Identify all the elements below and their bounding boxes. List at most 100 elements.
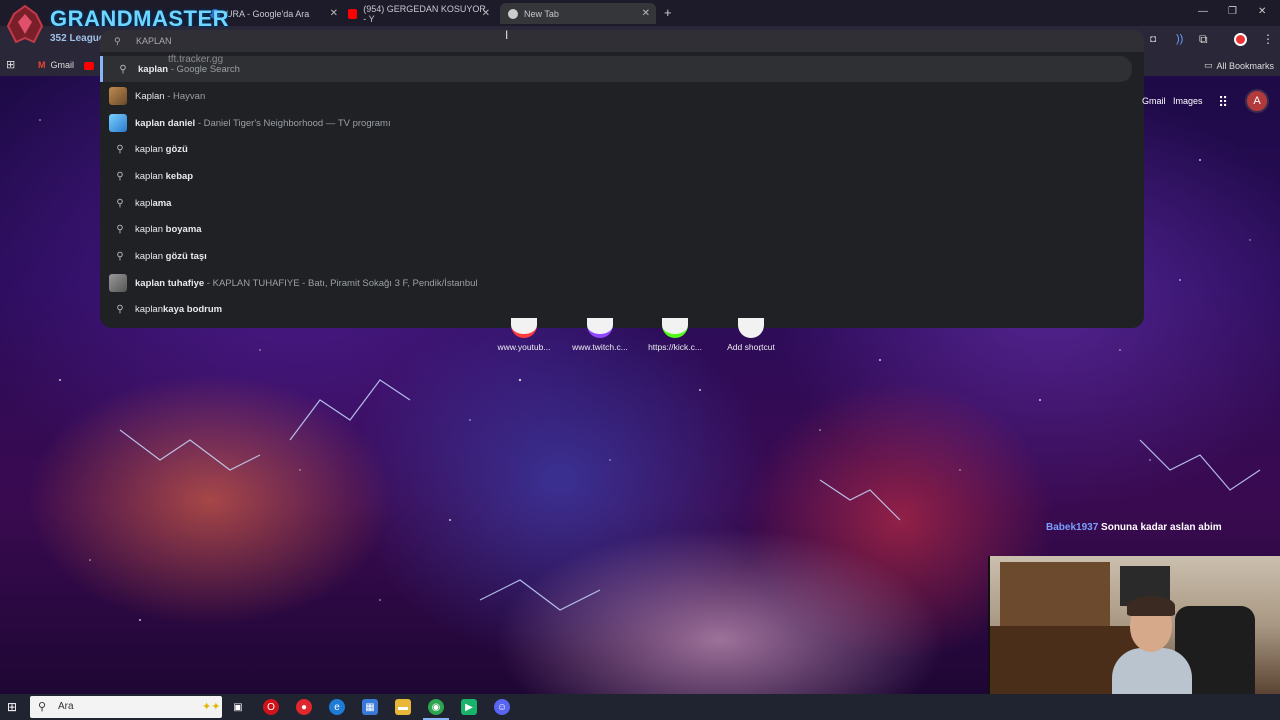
omnibox-suggestions: ⚲ kaplan - Google Search Kaplan - Hayvan… <box>100 52 1144 328</box>
tab-youtube[interactable]: (954) GERGEDAN KOSUYOR - Y ✕ <box>348 3 490 24</box>
restore-icon[interactable]: ❐ <box>1228 6 1237 17</box>
text-cursor-icon: I <box>505 28 509 42</box>
close-icon[interactable]: ✕ <box>482 8 490 19</box>
suggestion-completion: kaya bodrum <box>163 303 223 315</box>
suggestion-completion: boyama <box>165 223 202 235</box>
chat-message: Babek1937 Sonuna kadar aslan abim <box>1046 522 1222 533</box>
suggestion-item[interactable]: ⚲ kaplan gözü taşı <box>100 243 1144 269</box>
tab-label: URA - Google'da Ara <box>226 8 310 19</box>
all-bookmarks[interactable]: ▭ All Bookmarks <box>1204 60 1274 71</box>
suggestion-sub: - KAPLAN TUHAFIYE - Batı, Piramit Sokağı… <box>204 277 478 289</box>
extensions-icon[interactable]: ⧉ <box>1199 32 1208 47</box>
shortcut-youtube[interactable]: www.youtub... <box>489 318 559 352</box>
suggestion-text: kaplan <box>135 170 166 182</box>
audio-icon[interactable]: )) <box>1176 33 1183 45</box>
suggestion-text: Kaplan <box>135 90 165 102</box>
suggestion-item[interactable]: ⚲ kaplan - Google Search <box>100 56 1132 82</box>
tab-google-search[interactable]: URA - Google'da Ara ✕ <box>210 3 338 24</box>
red-app-icon[interactable]: ● <box>296 699 312 715</box>
tab-new-tab[interactable]: New Tab ✕ <box>500 3 656 24</box>
tv-program-thumbnail-icon <box>109 114 127 132</box>
ntp-gmail-link[interactable]: Gmail <box>1142 96 1166 106</box>
shortcut-label: www.twitch.c... <box>572 342 628 352</box>
green-app-icon[interactable]: ▶ <box>461 699 477 715</box>
windows-taskbar: ⊞ ⚲ Ara ✦✦ ▣ O ● e ▦ ▬ ◉ ▶ ☺ <box>0 694 1280 720</box>
search-icon: ⚲ <box>116 143 124 155</box>
tab-label: New Tab <box>524 8 559 19</box>
site-hint: tft.tracker.gg <box>168 54 224 65</box>
suggestion-completion: gözü taşı <box>165 250 207 262</box>
edge-icon[interactable]: e <box>329 699 345 715</box>
search-icon: ⚲ <box>116 223 124 235</box>
gmail-icon: M <box>38 60 46 70</box>
camera-icon[interactable]: ◘ <box>1150 34 1156 45</box>
close-window-icon[interactable]: ✕ <box>1258 6 1266 17</box>
youtube-favicon-icon <box>348 8 358 19</box>
suggestion-sub: - Hayvan <box>164 90 206 102</box>
windows-start-icon[interactable]: ⊞ <box>7 700 17 714</box>
webcam-person-hair <box>1127 596 1175 616</box>
store-icon[interactable]: ▦ <box>362 699 378 715</box>
chrome-favicon-icon <box>508 8 518 19</box>
new-tab-plus-icon[interactable]: + <box>664 5 672 20</box>
shortcut-kick[interactable]: https://kick.c... <box>640 318 710 352</box>
suggestion-item[interactable]: kaplan daniel - Daniel Tiger's Neighborh… <box>100 110 1144 136</box>
omnibox[interactable] <box>100 30 1144 52</box>
grandmaster-emblem-icon <box>6 4 44 44</box>
bookmark-gmail[interactable]: M Gmail <box>38 60 74 70</box>
omnibox-search-icon: ⚲ <box>114 36 121 46</box>
ntp-images-link[interactable]: Images <box>1173 96 1203 106</box>
chrome-icon[interactable]: ◉ <box>423 699 449 720</box>
tab-label: (954) GERGEDAN KOSUYOR - Y <box>363 3 486 24</box>
twitch-shortcut-icon <box>587 318 613 338</box>
folder-icon: ▭ <box>1204 60 1213 70</box>
profile-icon[interactable] <box>1234 33 1247 46</box>
suggestion-item[interactable]: Kaplan - Hayvan <box>100 83 1144 109</box>
suggestion-item[interactable]: ⚲ kaplama <box>100 190 1144 216</box>
search-icon: ⚲ <box>116 170 124 182</box>
search-icon: ⚲ <box>116 250 124 262</box>
youtube-bookmark-icon[interactable] <box>84 62 94 70</box>
webcam-feed <box>988 556 1280 694</box>
shortcut-twitch[interactable]: www.twitch.c... <box>565 318 635 352</box>
shortcut-label: Add shortcut <box>727 342 775 352</box>
suggestion-item[interactable]: ⚲ kaplan gözü <box>100 136 1144 162</box>
suggestion-text: kaplan <box>135 250 166 262</box>
chat-username: Babek1937 <box>1046 522 1099 533</box>
minimize-icon[interactable]: — <box>1198 6 1208 17</box>
suggestion-sub: - Google Search <box>168 63 240 75</box>
suggestion-item[interactable]: kaplan tuhafiye - KAPLAN TUHAFIYE - Batı… <box>100 270 1144 296</box>
suggestion-text: kaplan tuhafiye <box>135 277 205 289</box>
suggestion-completion: kebap <box>165 170 194 182</box>
chat-text: Sonuna kadar aslan abim <box>1101 522 1222 533</box>
suggestion-item[interactable]: ⚲ kaplan boyama <box>100 216 1144 242</box>
search-icon: ⚲ <box>119 63 127 75</box>
suggestion-item[interactable]: ⚲ kaplan kebap <box>100 163 1144 189</box>
discord-icon[interactable]: ☺ <box>494 699 510 715</box>
suggestion-text: kaplan <box>135 223 166 235</box>
task-view-icon[interactable]: ▣ <box>230 699 246 715</box>
shortcut-add[interactable]: Add shortcut <box>716 318 786 352</box>
search-highlight-icon: ✦✦ <box>202 701 221 713</box>
omnibox-text[interactable]: KAPLAN <box>136 36 172 46</box>
suggestion-text: kaplan <box>138 63 169 75</box>
close-icon[interactable]: ✕ <box>330 8 338 19</box>
webcam-person-body <box>1112 648 1192 694</box>
suggestion-sub: - Daniel Tiger's Neighborhood — TV progr… <box>195 117 391 129</box>
suggestion-text: kaplan <box>135 303 163 315</box>
menu-icon[interactable]: ⋮ <box>1262 32 1274 46</box>
opera-icon[interactable]: O <box>263 699 279 715</box>
search-icon: ⚲ <box>116 303 124 315</box>
youtube-shortcut-icon <box>511 318 537 338</box>
store-thumbnail-icon <box>109 274 127 292</box>
close-icon[interactable]: ✕ <box>642 8 650 19</box>
file-explorer-icon[interactable]: ▬ <box>395 699 411 715</box>
suggestion-text: kaplan daniel <box>135 117 196 129</box>
google-apps-icon[interactable]: ⠿ <box>1218 94 1228 111</box>
taskbar-search[interactable]: ⚲ Ara ✦✦ <box>30 696 222 718</box>
apps-grid-icon[interactable]: ⊞ <box>6 58 15 71</box>
shortcut-label: www.youtub... <box>497 342 551 352</box>
taskbar-search-placeholder: Ara <box>58 701 74 712</box>
kick-shortcut-icon <box>662 318 688 338</box>
account-avatar[interactable]: A <box>1245 89 1269 113</box>
